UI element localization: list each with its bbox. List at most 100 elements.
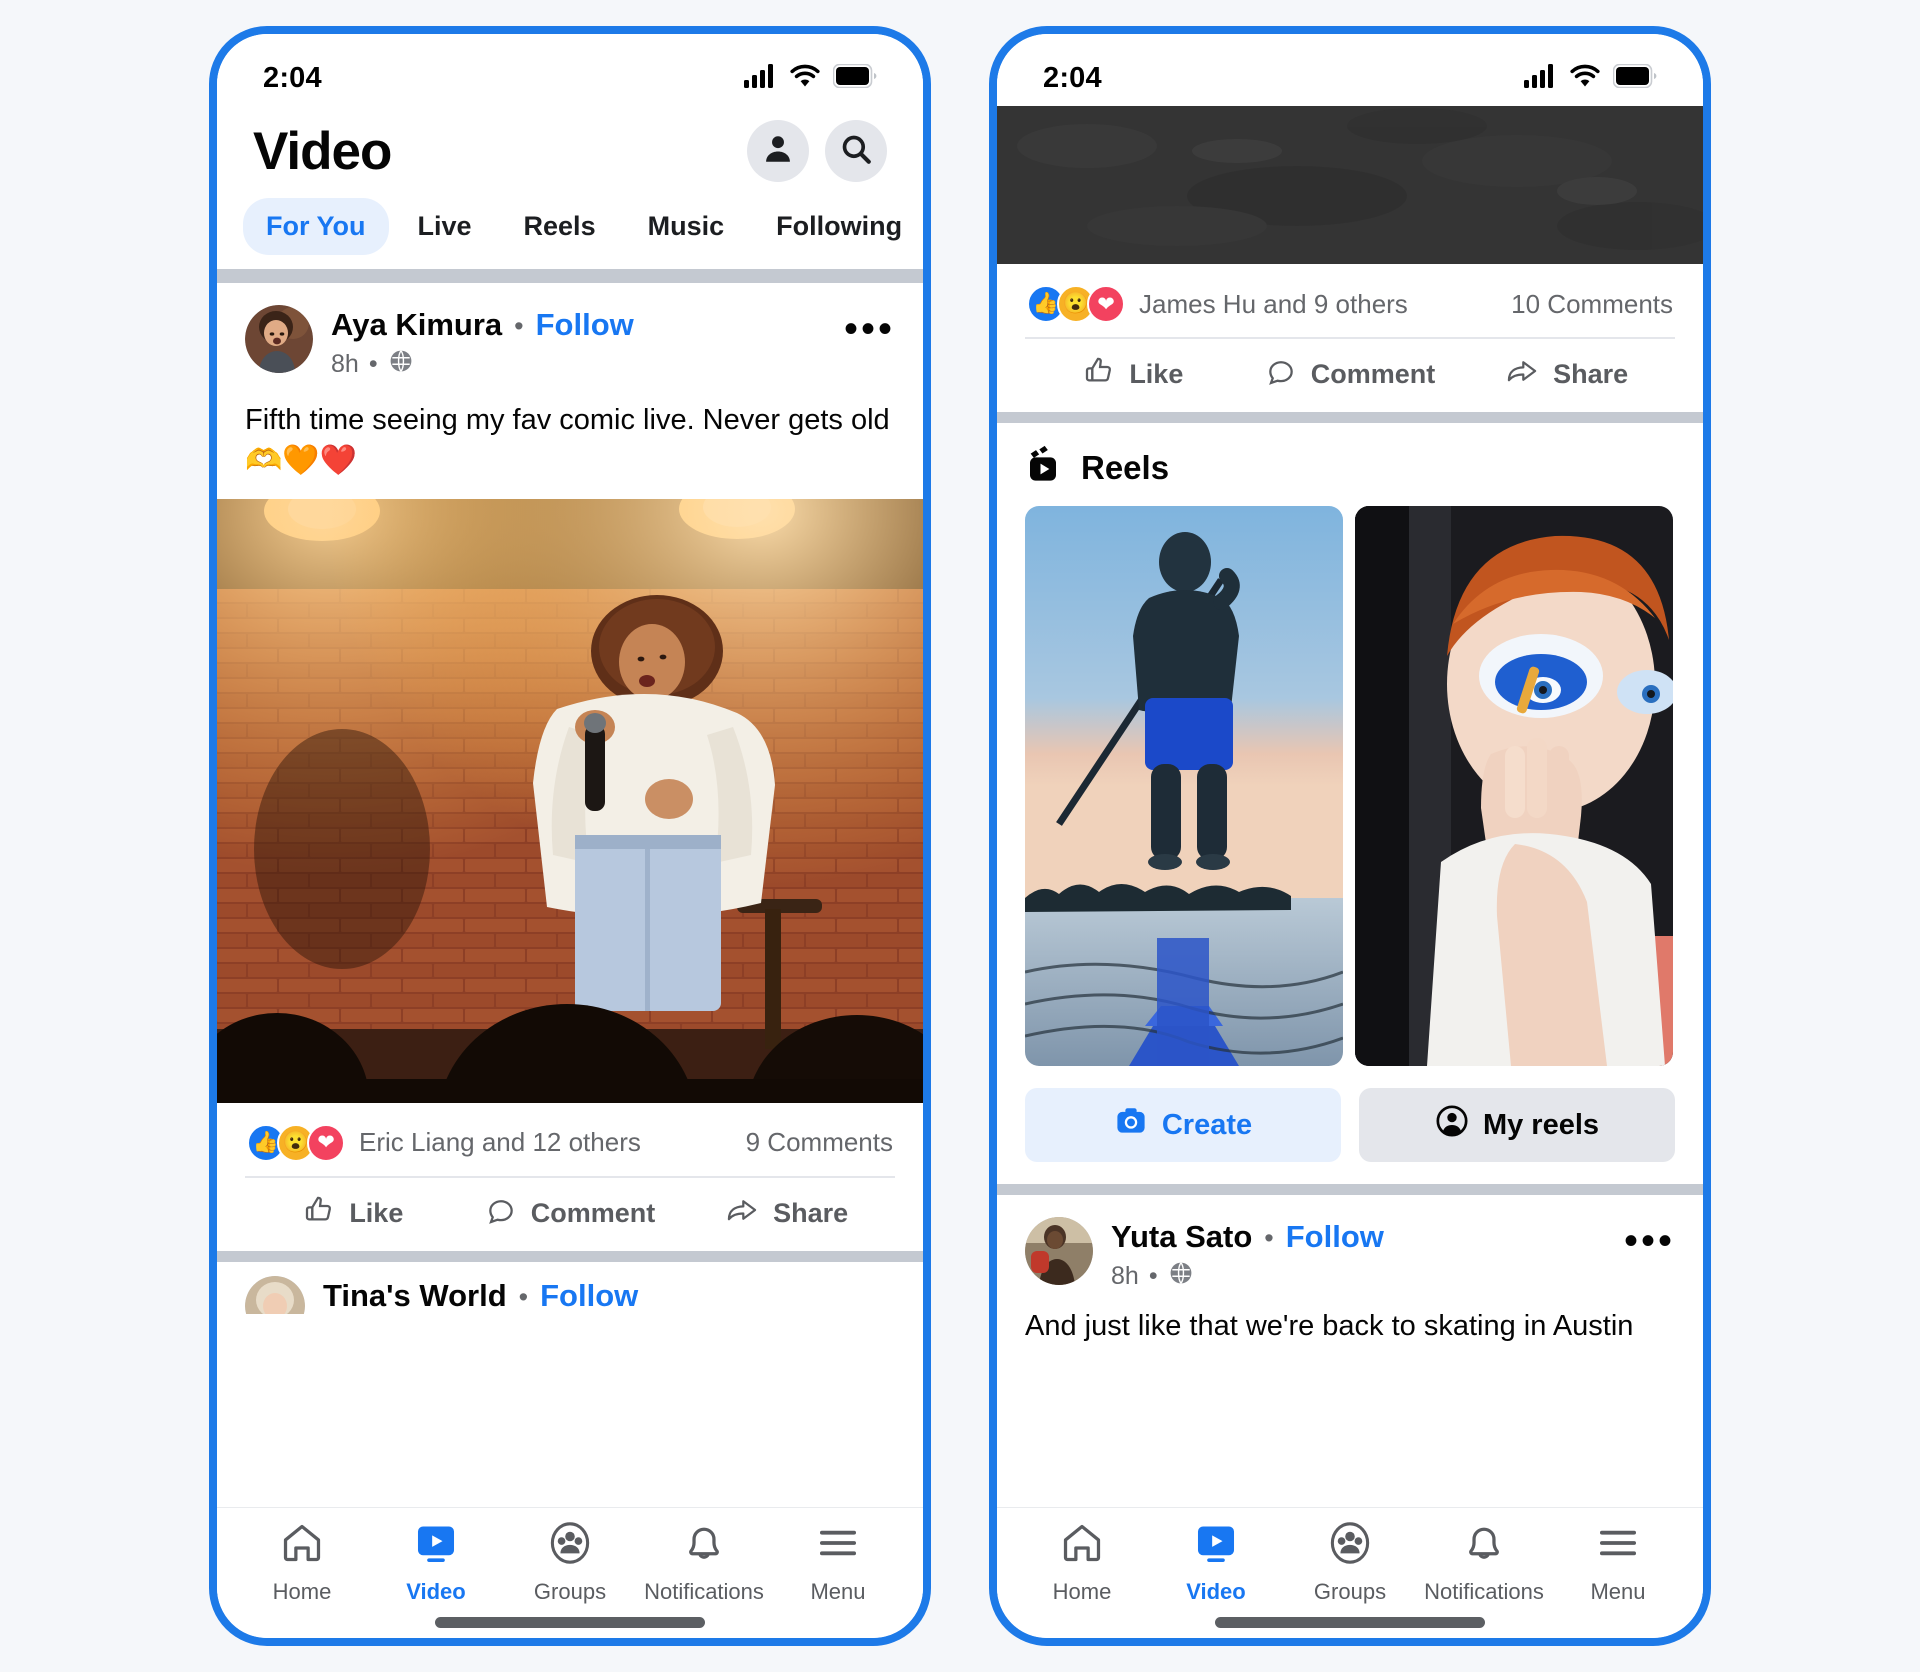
nav-menu-label: Menu (1590, 1579, 1646, 1604)
reaction-icons[interactable]: 👍 😮 ❤ (1027, 285, 1125, 323)
reels-section: Reels Create My reels (997, 423, 1703, 1184)
reaction-summary: 👍 😮 ❤ James Hu and 9 others 10 Comments (997, 269, 1703, 337)
reaction-names[interactable]: James Hu and 9 others (1139, 289, 1408, 320)
nav-video-label: Video (406, 1579, 466, 1604)
profile-button[interactable] (747, 120, 809, 182)
reel-card[interactable] (1355, 506, 1673, 1066)
battery-icon (832, 63, 877, 93)
bottom-navigation: Home Video Groups Notifications Menu (217, 1507, 923, 1605)
create-reel-button[interactable]: Create (1025, 1088, 1341, 1162)
nav-menu[interactable]: Menu (774, 1520, 902, 1605)
nav-video[interactable]: Video (372, 1520, 500, 1605)
search-button[interactable] (825, 120, 887, 182)
reels-carousel[interactable] (997, 506, 1703, 1066)
comment-count[interactable]: 9 Comments (746, 1127, 893, 1158)
video-play-icon (1193, 1520, 1239, 1571)
ellipsis-icon[interactable]: ••• (1624, 1217, 1675, 1261)
section-divider (997, 412, 1703, 423)
bottom-navigation: Home Video Groups Notifications Menu (997, 1507, 1703, 1605)
right-phone-frame: 2:04 👍 😮 ❤ James Hu and 9 others 10 Comm… (989, 26, 1711, 1646)
video-header: Video (217, 106, 923, 188)
like-button[interactable]: Like (245, 1194, 462, 1233)
reels-title: Reels (1081, 448, 1170, 486)
groups-icon (547, 1520, 593, 1571)
status-bar: 2:04 (217, 34, 923, 106)
timestamp-dot: • (368, 350, 378, 378)
post-media[interactable] (217, 478, 923, 1244)
nav-home[interactable]: Home (1018, 1520, 1146, 1605)
nav-menu[interactable]: Menu (1554, 1520, 1682, 1605)
reel-card[interactable] (1025, 506, 1343, 1066)
hamburger-menu-icon (815, 1520, 861, 1571)
post-timestamp: 8h (331, 350, 359, 378)
tab-for-you[interactable]: For You (243, 198, 389, 255)
nav-home-label: Home (1052, 1579, 1112, 1604)
tab-reels[interactable]: Reels (501, 198, 619, 255)
tab-music[interactable]: Music (625, 198, 748, 255)
account-circle-icon (1435, 1104, 1469, 1146)
avatar[interactable] (245, 305, 313, 373)
share-button[interactable]: Share (678, 1194, 895, 1233)
globe-icon (1168, 1260, 1194, 1293)
top-post-media[interactable] (997, 106, 1703, 269)
timestamp-dot: • (1148, 1262, 1158, 1290)
thumbs-up-icon (303, 1194, 335, 1233)
post-body: Fifth time seeing my fav comic live. Nev… (217, 387, 923, 499)
post-author[interactable]: Aya Kimura (331, 307, 502, 343)
follow-button[interactable]: Follow (540, 1278, 638, 1314)
comment-count[interactable]: 10 Comments (1511, 289, 1673, 320)
camera-icon (1114, 1104, 1148, 1146)
next-post-header-peek[interactable]: Tina's World • Follow (217, 1262, 923, 1314)
comment-button[interactable]: Comment (1242, 355, 1459, 394)
tab-following[interactable]: Following (753, 198, 923, 255)
post-header: Yuta Sato • Follow 8h • ••• (997, 1195, 1703, 1299)
bell-icon (681, 1520, 727, 1571)
like-button[interactable]: Like (1025, 355, 1242, 394)
nav-home[interactable]: Home (238, 1520, 366, 1605)
nav-groups-label: Groups (533, 1579, 607, 1604)
tab-live[interactable]: Live (395, 198, 495, 255)
comment-label: Comment (530, 1197, 656, 1228)
share-button[interactable]: Share (1458, 355, 1675, 394)
reaction-icons[interactable]: 👍 😮 ❤ (247, 1123, 345, 1162)
share-arrow-icon (1505, 355, 1539, 394)
post-actions: Like Comment Share (997, 339, 1703, 412)
comment-label: Comment (1310, 359, 1436, 389)
nav-notifications-label: Notifications (1424, 1579, 1544, 1604)
section-divider (217, 269, 923, 283)
comment-bubble-icon (485, 1194, 517, 1233)
nav-video[interactable]: Video (1152, 1520, 1280, 1605)
reaction-names[interactable]: Eric Liang and 12 others (359, 1127, 641, 1158)
nav-notifications[interactable]: Notifications (640, 1520, 768, 1605)
ellipsis-icon[interactable]: ••• (844, 305, 895, 349)
next-post-author[interactable]: Tina's World (323, 1278, 507, 1314)
my-reels-button[interactable]: My reels (1359, 1088, 1675, 1162)
battery-icon (1612, 63, 1657, 93)
left-phone-frame: 2:04 Video For You Live Reels Music Foll… (209, 26, 931, 1646)
home-icon (1059, 1520, 1105, 1571)
section-divider (997, 1184, 1703, 1195)
nav-home-label: Home (272, 1579, 332, 1604)
follow-button[interactable]: Follow (1286, 1219, 1384, 1255)
groups-icon (1327, 1520, 1373, 1571)
share-label: Share (1553, 359, 1629, 389)
home-icon (279, 1520, 325, 1571)
avatar[interactable] (245, 1275, 305, 1314)
wifi-icon (1569, 64, 1601, 93)
nav-menu-label: Menu (810, 1579, 866, 1604)
follow-button[interactable]: Follow (536, 307, 634, 343)
nav-notifications-label: Notifications (644, 1579, 764, 1604)
nav-groups[interactable]: Groups (506, 1520, 634, 1605)
comment-button[interactable]: Comment (462, 1194, 679, 1233)
my-reels-label: My reels (1482, 1108, 1600, 1141)
post-timestamp: 8h (1111, 1262, 1139, 1290)
post-author[interactable]: Yuta Sato (1111, 1219, 1252, 1255)
bell-icon (1461, 1520, 1507, 1571)
post-separator (217, 1250, 923, 1262)
home-indicator (435, 1617, 705, 1628)
avatar[interactable] (1025, 1217, 1093, 1285)
separator-dot: • (518, 1281, 529, 1312)
nav-groups[interactable]: Groups (1286, 1520, 1414, 1605)
page-title: Video (253, 121, 392, 181)
nav-notifications[interactable]: Notifications (1420, 1520, 1548, 1605)
